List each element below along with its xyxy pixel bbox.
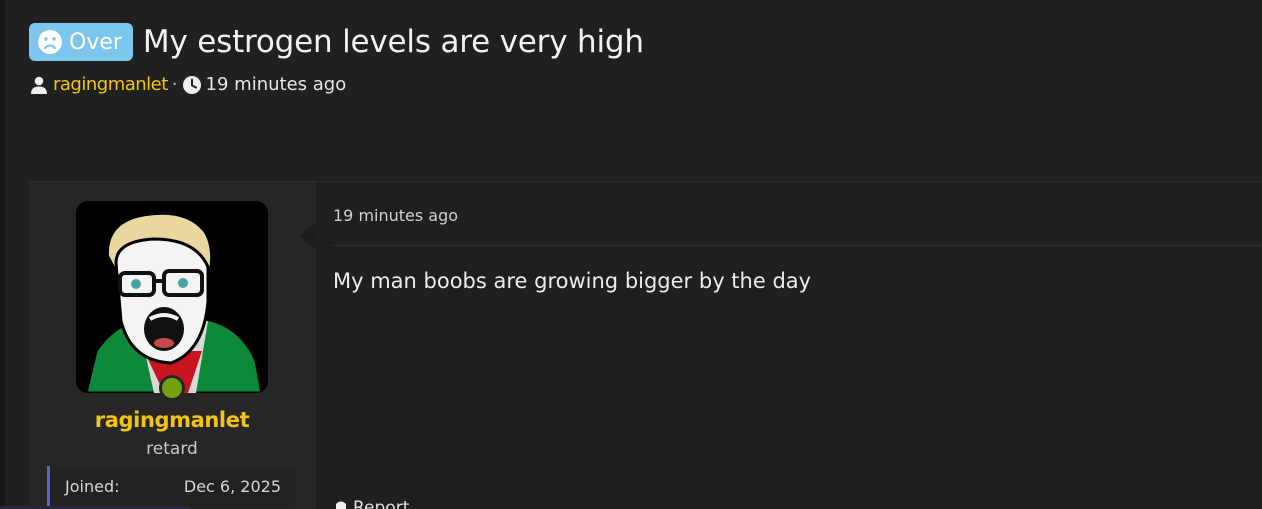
online-status-dot [159,375,185,401]
post-divider [333,245,1262,246]
left-edge [0,0,5,509]
post-username[interactable]: ragingmanlet [29,408,315,432]
sad-face-icon [38,30,62,54]
post-date[interactable]: 19 minutes ago [333,206,458,225]
thread-author-link[interactable]: ragingmanlet [53,74,168,95]
post-main-cell: 19 minutes ago My man boobs are growing … [316,182,1262,509]
post: ragingmanlet retard Joined: Dec 6, 2025 … [29,181,1262,509]
thread-prefix-badge[interactable]: Over [29,23,133,61]
user-title: retard [146,439,198,459]
report-link[interactable]: Report [333,498,409,509]
user-icon [31,76,47,94]
avatar-image [76,201,268,393]
thread-title-row: Over My estrogen levels are very high [29,22,1262,62]
thread-header: Over My estrogen levels are very high ra… [29,22,1262,95]
prefix-label: Over [69,29,122,55]
flag-icon [336,501,346,509]
post-user-cell: ragingmanlet retard Joined: Dec 6, 2025 [29,182,315,509]
post-arrow [299,223,315,249]
avatar[interactable] [76,201,268,393]
joined-label: Joined: [65,476,120,496]
user-extras: Joined: Dec 6, 2025 [47,466,295,506]
clock-icon [182,75,201,94]
report-label: Report [353,498,410,509]
meta-separator: · [171,74,178,95]
thread-title: My estrogen levels are very high [142,24,644,60]
thread-meta: ragingmanlet · 19 minutes ago [29,74,1262,95]
post-body: My man boobs are growing bigger by the d… [333,269,812,293]
thread-time[interactable]: 19 minutes ago [206,74,347,95]
joined-value: Dec 6, 2025 [183,476,281,496]
